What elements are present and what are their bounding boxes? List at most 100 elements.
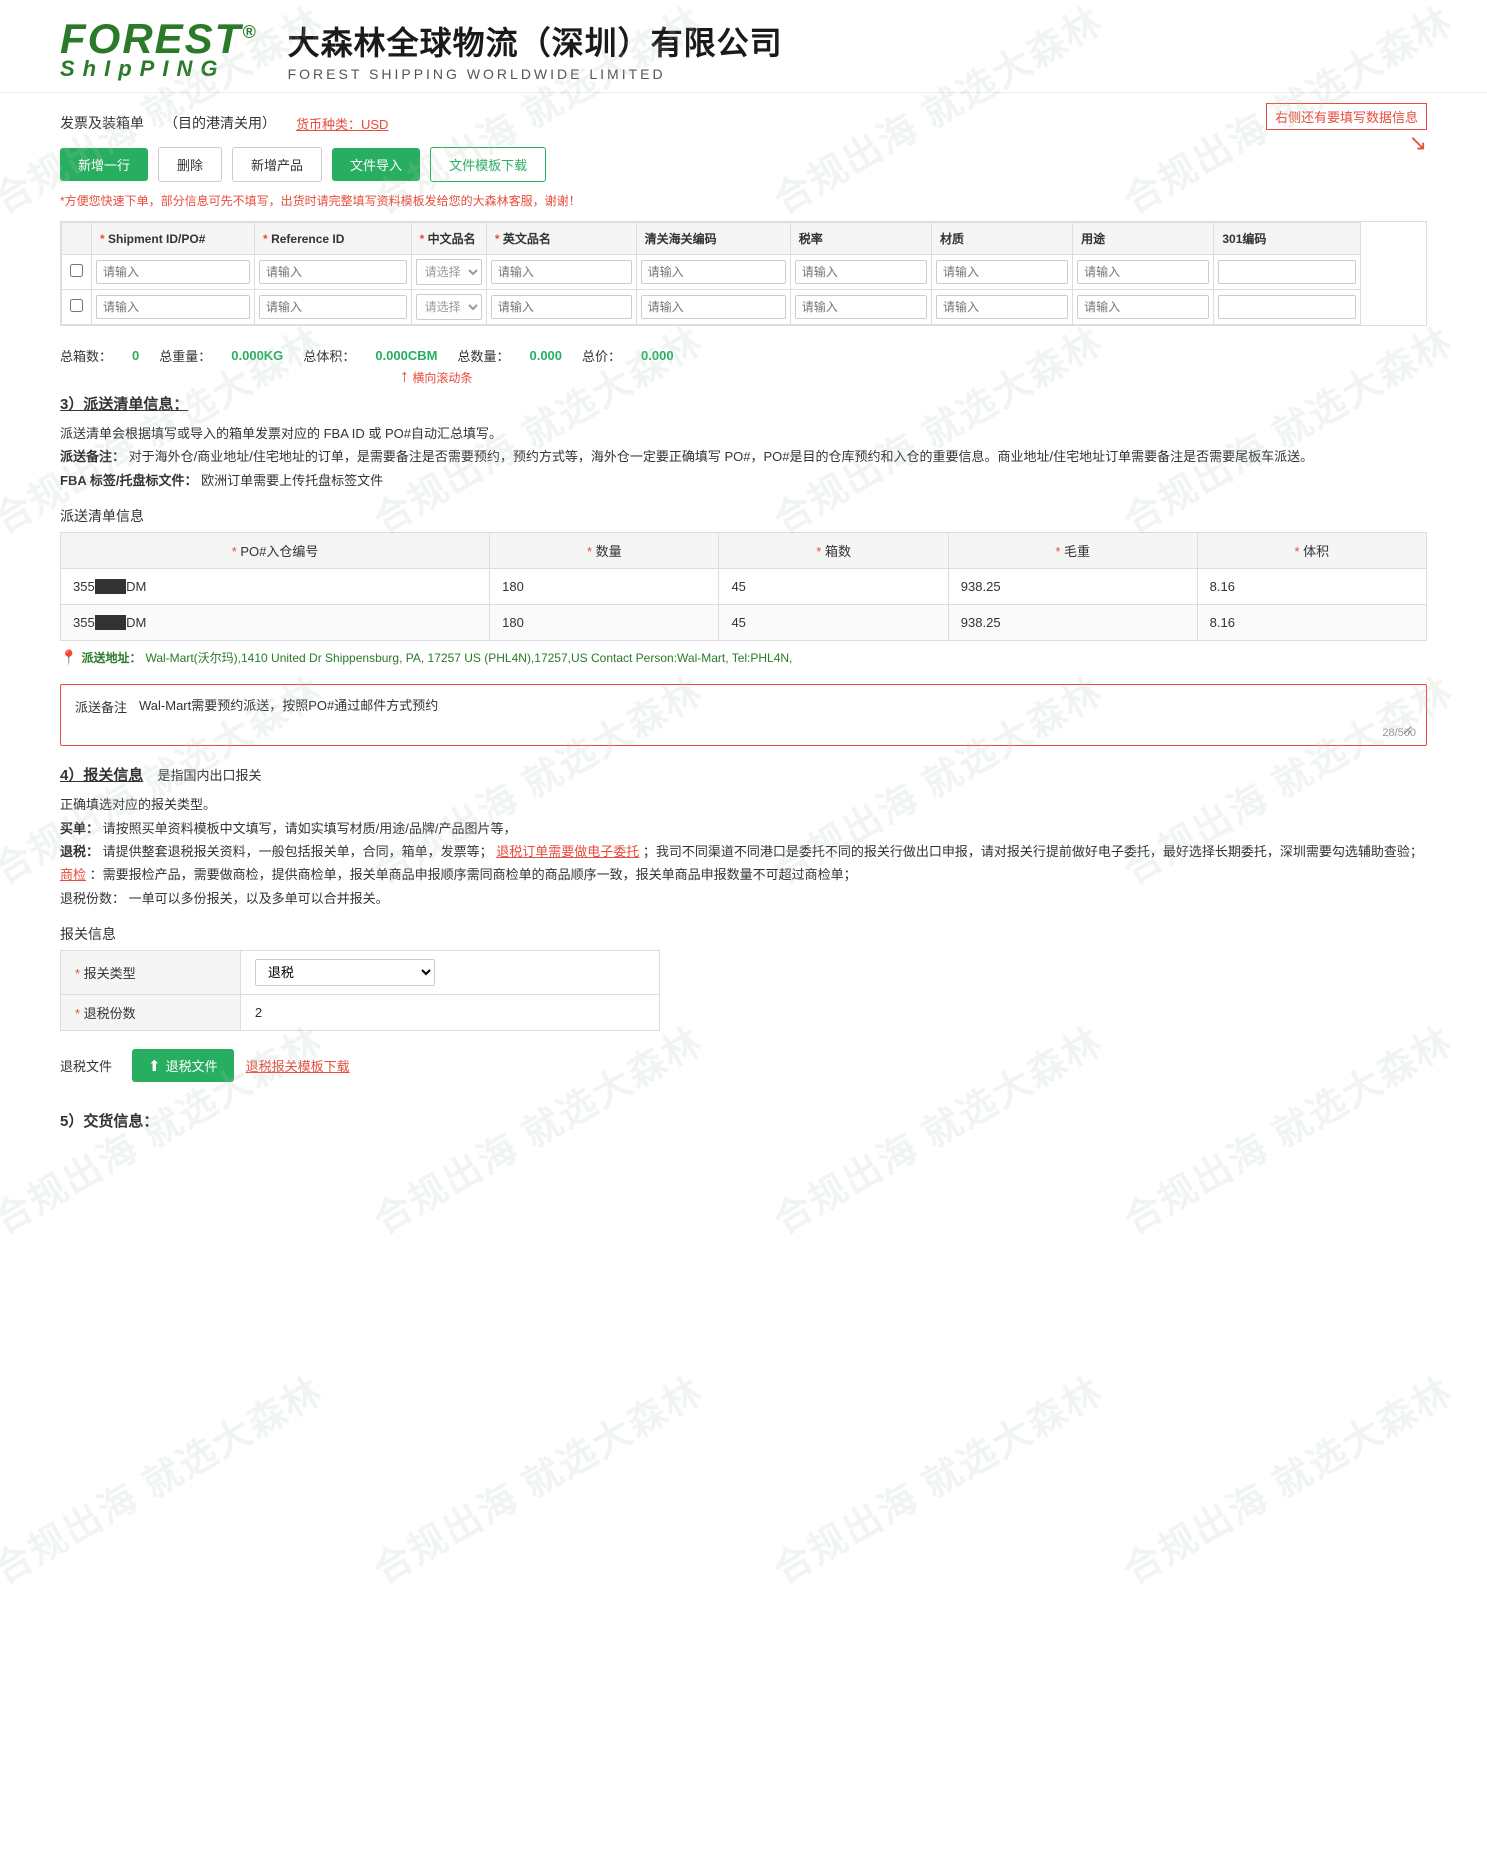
right-note: 右侧还有要填写数据信息 — [1266, 103, 1427, 130]
tax-refund-text1: 请提供整套退税报关资料，一般包括报关单，合同，箱单，发票等； — [103, 844, 493, 859]
import-file-button[interactable]: 文件导入 — [332, 148, 420, 181]
dcol-boxes: 箱数 — [719, 533, 948, 569]
total-volume-val: 0.000CBM — [375, 348, 437, 363]
company-cn: 大森林全球物流（深圳）有限公司 — [288, 18, 783, 64]
row2-tax[interactable] — [795, 295, 927, 319]
file-row: 退税文件 ⬆ 退税文件 退税报关模板下载 — [60, 1041, 1427, 1090]
row2-cn-name[interactable]: 请选择 — [416, 294, 482, 320]
drow1-boxes: 45 — [719, 569, 948, 605]
delete-button[interactable]: 删除 — [158, 147, 222, 182]
row1-usage[interactable] — [1077, 260, 1209, 284]
address-row: 📍 派送地址： Wal-Mart(沃尔玛),1410 United Dr Shi… — [60, 641, 1427, 674]
upload-button[interactable]: ⬆ 退税文件 — [132, 1049, 234, 1082]
row2-code301[interactable] — [1218, 295, 1356, 319]
tax-copies-label: 退税份数： — [60, 891, 125, 906]
total-boxes-val: 0 — [132, 348, 139, 363]
dcol-po: PO#入仓编号 — [61, 533, 490, 569]
total-qty-val: 0.000 — [529, 348, 562, 363]
customs-table-title: 报关信息 — [60, 924, 1427, 944]
col-material: 材质 — [931, 223, 1072, 255]
row1-code301[interactable] — [1218, 260, 1356, 284]
row2-en-name[interactable] — [491, 295, 632, 319]
drow2-volume: 8.16 — [1197, 605, 1426, 641]
row2-ref[interactable] — [259, 295, 407, 319]
row1-po[interactable] — [96, 260, 250, 284]
total-weight-label: 总重量： — [159, 346, 211, 365]
add-row-button[interactable]: 新增一行 — [60, 148, 148, 181]
total-price-label: 总价： — [582, 346, 621, 365]
tax-copies-text: 一单可以多份报关，以及多单可以合并报关。 — [129, 891, 389, 906]
remark-box: 派送备注 Wal-Mart需要预约派送，按照PO#通过邮件方式预约 28/500 — [60, 684, 1427, 746]
customs-row-copies: * 退税份数 2 — [61, 995, 660, 1031]
col-en-name: 英文品名 — [486, 223, 636, 255]
dispatch-table-title: 派送清单信息 — [60, 506, 1427, 526]
section3-intro: 派送清单会根据填写或导入的箱单发票对应的 FBA ID 或 PO#自动汇总填写。… — [60, 422, 1427, 492]
section4-sub: 是指国内出口报关 — [158, 768, 262, 783]
summary-bar: 总箱数： 0 总重量： 0.000KG 总体积： 0.000CBM 总数量： 0… — [60, 336, 1427, 375]
row1-hs-code[interactable] — [641, 260, 786, 284]
company-info: 大森林全球物流（深圳）有限公司 FOREST SHIPPING WORLDWID… — [288, 18, 783, 82]
customs-type-select[interactable]: 退税 买单 一般贸易 — [255, 959, 435, 986]
section4-text: 正确填选对应的报关类型。 买单： 请按照买单资料模板中文填写，请如实填写材质/用… — [60, 793, 1427, 910]
add-product-button[interactable]: 新增产品 — [232, 147, 322, 182]
dispatch-note2-label: FBA 标签/托盘标文件： — [60, 473, 197, 488]
download-customs-template-button[interactable]: 退税报关模板下载 — [246, 1056, 350, 1075]
row1-tax[interactable] — [795, 260, 927, 284]
pin-icon: 📍 — [60, 649, 77, 666]
row1-ref[interactable] — [259, 260, 407, 284]
col-usage: 用途 — [1073, 223, 1214, 255]
row2-hs-code[interactable] — [641, 295, 786, 319]
customs-type-select-wrapper: 退税 买单 一般贸易 — [255, 959, 645, 986]
dcol-weight: 毛重 — [948, 533, 1197, 569]
dispatch-row-1: 355■■■■DM 180 45 938.25 8.16 — [61, 569, 1427, 605]
row1-en-name[interactable] — [491, 260, 632, 284]
row1-checkbox[interactable] — [70, 264, 83, 277]
total-price-val: 0.000 — [641, 348, 674, 363]
row1-cn-name[interactable]: 请选择 — [416, 259, 482, 285]
dispatch-note2-text: 欧洲订单需要上传托盘标签文件 — [201, 473, 383, 488]
address-text: Wal-Mart(沃尔玛),1410 United Dr Shippensbur… — [145, 649, 792, 666]
table-row: 请选择 — [62, 290, 1361, 325]
section5-heading: 5）交货信息： — [60, 1110, 1427, 1131]
header: FOREST® ShIpPING 大森林全球物流（深圳）有限公司 FOREST … — [0, 0, 1487, 93]
toolbar: 新增一行 删除 新增产品 文件导入 文件模板下载 — [60, 147, 1427, 182]
row2-checkbox[interactable] — [70, 299, 83, 312]
row2-usage[interactable] — [1077, 295, 1209, 319]
invoice-table-wrapper[interactable]: Shipment ID/PO# Reference ID 中文品名 英文品名 清… — [60, 221, 1427, 326]
scroll-arrow: ↑ — [400, 366, 409, 387]
currency-label: 货币种类：USD — [296, 114, 388, 133]
file-label: 退税文件 — [60, 1056, 120, 1075]
drow2-po: 355■■■■DM — [61, 605, 490, 641]
total-weight-val: 0.000KG — [231, 348, 283, 363]
dispatch-row-2: 355■■■■DM 180 45 938.25 8.16 — [61, 605, 1427, 641]
dcol-volume: 体积 — [1197, 533, 1426, 569]
tax-refund-text2: ；我司不同渠道不同港口是委托不同的报关行做出口申报，请对报关行提前做好电子委托，… — [643, 844, 1423, 859]
col-code301: 301编码 — [1214, 223, 1361, 255]
buyer-text: 请按照买单资料模板中文填写，请如实填写材质/用途/品牌/产品图片等， — [103, 821, 517, 836]
tax-refund-link[interactable]: 退税订单需要做电子委托 — [496, 844, 639, 859]
row2-material[interactable] — [936, 295, 1068, 319]
download-template-button[interactable]: 文件模板下载 — [430, 147, 546, 182]
remark-textarea[interactable]: Wal-Mart需要预约派送，按照PO#通过邮件方式预约 — [139, 695, 1412, 735]
address-label: 派送地址： — [81, 649, 141, 666]
row2-po[interactable] — [96, 295, 250, 319]
drow1-volume: 8.16 — [1197, 569, 1426, 605]
col-hs-code: 清关海关编码 — [636, 223, 790, 255]
dispatch-note1-text: 对于海外仓/商业地址/住宅地址的订单，是需要备注是否需要预约，预约方式等，海外仓… — [129, 449, 1313, 464]
customs-link[interactable]: 商检 — [60, 867, 86, 882]
drow2-qty: 180 — [490, 605, 719, 641]
dispatch-table: PO#入仓编号 数量 箱数 毛重 体积 355■■■■DM 180 45 938… — [60, 532, 1427, 641]
total-qty-label: 总数量： — [457, 346, 509, 365]
col-checkbox — [62, 223, 92, 255]
col-tax: 税率 — [790, 223, 931, 255]
drow2-weight: 938.25 — [948, 605, 1197, 641]
main-content: 发票及装箱单 （目的港清关用） 货币种类：USD 右侧还有要填写数据信息 ↘ 新… — [0, 93, 1487, 1151]
col-po: Shipment ID/PO# — [92, 223, 255, 255]
company-en: FOREST SHIPPING WORLDWIDE LIMITED — [288, 66, 783, 82]
drow1-weight: 938.25 — [948, 569, 1197, 605]
customs-copies-label: 退税份数 — [84, 1006, 136, 1021]
form-title-row: 发票及装箱单 （目的港清关用） 货币种类：USD 右侧还有要填写数据信息 ↘ — [60, 113, 1427, 133]
customs-text: ：需要报检产品，需要做商检，提供商检单，报关单商品申报顺序需同商检单的商品顺序一… — [90, 867, 857, 882]
form-sublabel: （目的港清关用） — [164, 113, 276, 133]
row1-material[interactable] — [936, 260, 1068, 284]
